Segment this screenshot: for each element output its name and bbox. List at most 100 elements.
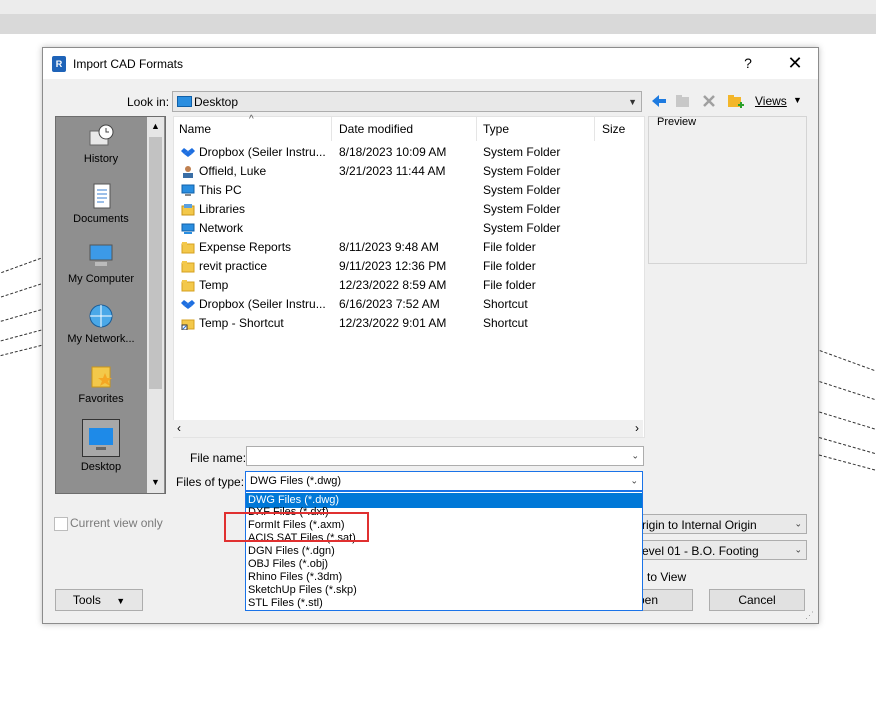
pc-icon bbox=[181, 184, 195, 197]
help-button[interactable]: ? bbox=[738, 55, 758, 73]
file-row[interactable]: Temp 12/23/2022 8:59 AM File folder bbox=[174, 276, 644, 295]
places-scrollbar[interactable]: ▲ ▼ bbox=[147, 117, 164, 493]
column-divider[interactable] bbox=[476, 117, 477, 141]
file-type: Shortcut bbox=[483, 316, 528, 330]
shortcut-icon bbox=[181, 317, 195, 331]
scroll-right-icon[interactable]: › bbox=[635, 421, 639, 435]
history-icon bbox=[86, 123, 116, 149]
file-row[interactable]: Network System Folder bbox=[174, 219, 644, 238]
scroll-up-icon[interactable]: ▲ bbox=[151, 121, 160, 131]
delete-icon[interactable] bbox=[700, 92, 718, 110]
place-documents[interactable]: Documents bbox=[56, 183, 146, 225]
file-list-hscrollbar[interactable]: ‹ › bbox=[173, 420, 643, 437]
file-type: Shortcut bbox=[483, 297, 528, 311]
close-button[interactable]: ✕ bbox=[783, 53, 807, 75]
chevron-down-icon[interactable]: ⌄ bbox=[794, 545, 802, 556]
highlight-box bbox=[224, 512, 369, 542]
back-arrow-icon[interactable] bbox=[650, 92, 668, 110]
column-divider[interactable] bbox=[331, 117, 332, 141]
place-label: My Computer bbox=[67, 273, 135, 285]
column-header-size[interactable]: Size bbox=[602, 122, 625, 136]
file-name: Network bbox=[199, 221, 244, 235]
file-row[interactable]: Temp - Shortcut 12/23/2022 9:01 AM Shortcu… bbox=[174, 314, 644, 333]
file-type: File folder bbox=[483, 278, 536, 292]
views-button[interactable]: Views bbox=[755, 94, 787, 108]
place-at-select[interactable]: evel 01 - B.O. Footing ⌄ bbox=[623, 540, 807, 560]
up-folder-icon[interactable] bbox=[674, 92, 692, 110]
chevron-down-icon: ▼ bbox=[116, 596, 126, 606]
file-type-option[interactable]: DGN Files (*.dgn) bbox=[248, 545, 335, 558]
app-view-tab-strip bbox=[0, 14, 876, 34]
chevron-down-icon[interactable]: ⌄ bbox=[794, 519, 802, 530]
place-my-computer[interactable]: My Computer bbox=[56, 243, 146, 285]
place-label: Desktop bbox=[80, 461, 122, 473]
file-name: Dropbox (Seiler Instru... bbox=[199, 297, 326, 311]
file-type-value: DWG Files (*.dwg) bbox=[250, 475, 342, 487]
file-type-select[interactable]: DWG Files (*.dwg) ⌄ bbox=[245, 471, 643, 491]
place-favorites[interactable]: Favorites bbox=[56, 363, 146, 405]
folder-icon bbox=[181, 241, 195, 254]
file-row[interactable]: Dropbox (Seiler Instru... 8/18/2023 10:09… bbox=[174, 143, 644, 162]
chevron-down-icon[interactable]: ⌄ bbox=[631, 451, 639, 462]
scroll-down-icon[interactable]: ▼ bbox=[151, 477, 160, 487]
views-chevron-down-icon[interactable]: ▼ bbox=[793, 95, 802, 105]
dialog-title: Import CAD Formats bbox=[73, 57, 184, 71]
file-type: File folder bbox=[483, 240, 536, 254]
positioning-select[interactable]: rigin to Internal Origin ⌄ bbox=[623, 514, 807, 534]
folder-icon bbox=[181, 260, 195, 273]
file-row[interactable]: Dropbox (Seiler Instru... 6/16/2023 7:52 … bbox=[174, 295, 644, 314]
cancel-label: Cancel bbox=[738, 593, 776, 607]
positioning-value: rigin to Internal Origin bbox=[642, 518, 757, 532]
dropbox-icon bbox=[181, 298, 195, 311]
title-bar: R Import CAD Formats ? ✕ bbox=[43, 48, 818, 79]
revit-app-icon: R bbox=[52, 56, 66, 72]
scroll-thumb[interactable] bbox=[149, 137, 162, 389]
file-date: 9/11/2023 12:36 PM bbox=[339, 259, 447, 273]
import-cad-dialog: R Import CAD Formats ? ✕ Look in: Deskto… bbox=[42, 47, 819, 624]
documents-icon bbox=[86, 183, 116, 209]
file-type-label: Files of type: bbox=[176, 475, 245, 489]
file-type-option[interactable]: OBJ Files (*.obj) bbox=[248, 558, 328, 571]
file-date: 12/23/2022 8:59 AM bbox=[339, 278, 447, 292]
place-label: Documents bbox=[73, 213, 129, 225]
resize-grip-icon[interactable]: ⋰ bbox=[805, 610, 814, 621]
chevron-down-icon: ▼ bbox=[628, 96, 637, 107]
place-at-value: evel 01 - B.O. Footing bbox=[642, 544, 759, 558]
tools-label: Tools bbox=[72, 593, 101, 607]
column-header-name[interactable]: Name bbox=[179, 122, 211, 136]
file-row[interactable]: This PC System Folder bbox=[174, 181, 644, 200]
scroll-left-icon[interactable]: ‹ bbox=[177, 421, 181, 435]
network-globe-icon bbox=[86, 303, 116, 329]
file-type-option[interactable]: Rhino Files (*.3dm) bbox=[248, 571, 342, 584]
orient-to-view-label: to View bbox=[647, 570, 687, 584]
file-row[interactable]: Libraries System Folder bbox=[174, 200, 644, 219]
file-date: 8/18/2023 10:09 AM bbox=[339, 145, 447, 159]
file-row[interactable]: Offield, Luke 3/21/2023 11:44 AM System Fo… bbox=[174, 162, 644, 181]
file-list: Name ^ Date modified Type Size Dropbox (… bbox=[173, 114, 645, 438]
file-row[interactable]: Expense Reports 8/11/2023 9:48 AM File fol… bbox=[174, 238, 644, 257]
file-type-option[interactable]: SketchUp Files (*.skp) bbox=[248, 584, 357, 597]
column-header-date[interactable]: Date modified bbox=[339, 122, 413, 136]
current-view-only-checkbox[interactable] bbox=[54, 517, 68, 531]
file-row[interactable]: revit practice 9/11/2023 12:36 PM File fol… bbox=[174, 257, 644, 276]
place-history[interactable]: History bbox=[56, 123, 146, 165]
file-type: System Folder bbox=[483, 221, 561, 235]
file-type: System Folder bbox=[483, 164, 561, 178]
new-folder-icon[interactable] bbox=[726, 91, 746, 111]
look-in-combo[interactable]: Desktop ▼ bbox=[172, 91, 642, 112]
tools-button[interactable]: Tools ▼ bbox=[55, 589, 143, 611]
file-name-input[interactable]: ⌄ bbox=[246, 446, 644, 466]
column-header-type[interactable]: Type bbox=[483, 122, 509, 136]
current-view-only-label: Current view only bbox=[70, 516, 163, 530]
file-type-option[interactable]: STL Files (*.stl) bbox=[248, 597, 323, 610]
column-divider[interactable] bbox=[594, 117, 595, 141]
place-my-network[interactable]: My Network... bbox=[56, 303, 146, 345]
file-date: 3/21/2023 11:44 AM bbox=[339, 164, 446, 178]
cancel-button[interactable]: Cancel bbox=[709, 589, 805, 611]
places-bar: History Documents My Computer My Network… bbox=[55, 116, 166, 494]
file-date: 12/23/2022 9:01 AM bbox=[339, 316, 447, 330]
file-type: File folder bbox=[483, 259, 536, 273]
place-desktop[interactable]: Desktop bbox=[56, 419, 146, 473]
chevron-down-icon[interactable]: ⌄ bbox=[630, 476, 638, 487]
file-name: Dropbox (Seiler Instru... bbox=[199, 145, 326, 159]
